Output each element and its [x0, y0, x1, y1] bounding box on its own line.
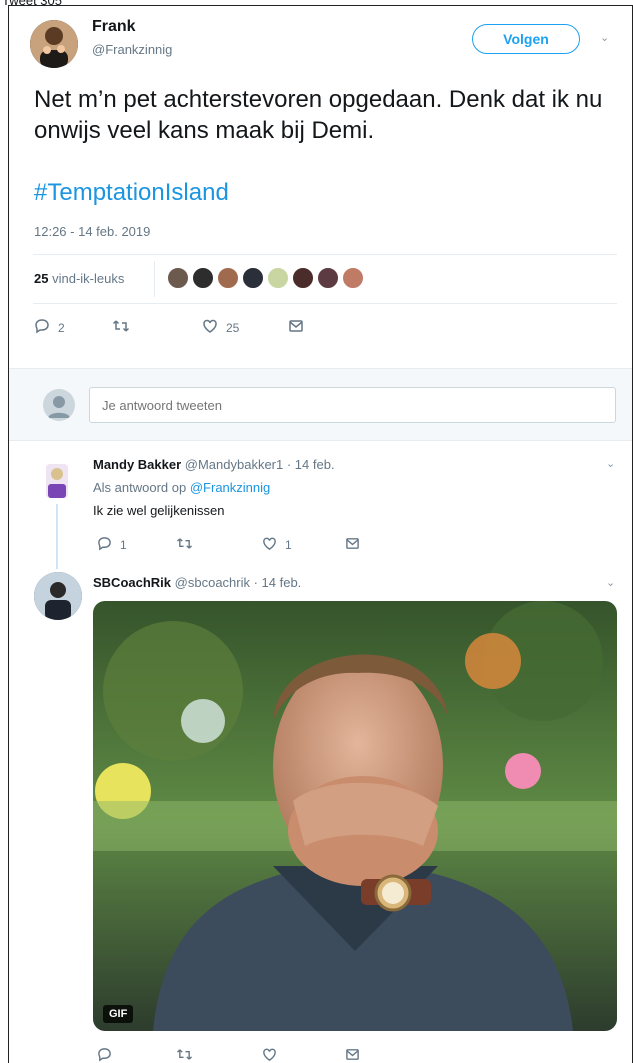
- reply-button[interactable]: 1: [97, 536, 127, 554]
- reply-icon: [97, 1047, 112, 1063]
- message-button[interactable]: [288, 318, 304, 339]
- avatar[interactable]: [317, 267, 339, 289]
- avatar[interactable]: [46, 464, 68, 498]
- avatar[interactable]: [217, 267, 239, 289]
- message-icon: [345, 1047, 360, 1063]
- avatar[interactable]: [242, 267, 264, 289]
- like-button[interactable]: 25: [202, 318, 239, 337]
- retweet-icon: [112, 318, 130, 339]
- reply-context: Als antwoord op @Frankzinnig: [93, 480, 270, 495]
- message-icon: [288, 318, 304, 339]
- chevron-down-icon[interactable]: ⌄: [600, 31, 609, 44]
- reply-author-name: SBCoachRik: [93, 575, 172, 590]
- like-icon: [202, 318, 218, 337]
- avatar[interactable]: [192, 267, 214, 289]
- avatar[interactable]: [292, 267, 314, 289]
- divider: [33, 303, 617, 304]
- gif-badge: GIF: [103, 1005, 134, 1023]
- hashtag-link[interactable]: #TemptationIsland: [34, 179, 229, 207]
- thread-connector: [56, 504, 58, 569]
- reply-icon: [97, 536, 112, 554]
- like-count: 25: [226, 320, 240, 335]
- message-button[interactable]: [345, 536, 360, 556]
- liker-avatars: [167, 267, 364, 289]
- reply-button[interactable]: 2: [34, 318, 65, 337]
- reply-author-meta: @Mandybakker1 · 14 feb.: [184, 457, 335, 472]
- like-icon: [262, 536, 277, 554]
- like-icon: [262, 1047, 277, 1063]
- divider: [33, 254, 617, 255]
- tweet-detail: Frank @Frankzinnig Volgen ⌄ Net m’n pet …: [8, 5, 633, 1063]
- retweet-button[interactable]: [176, 1047, 193, 1063]
- reply-button[interactable]: [97, 1047, 112, 1063]
- reply-author[interactable]: SBCoachRik @sbcoachrik · 14 feb.: [93, 575, 301, 590]
- chevron-down-icon[interactable]: ⌄: [606, 457, 615, 470]
- retweet-icon: [176, 536, 193, 556]
- avatar[interactable]: [167, 267, 189, 289]
- reply-composer: [9, 368, 632, 441]
- avatar[interactable]: [30, 20, 78, 68]
- retweet-button[interactable]: [112, 318, 130, 339]
- likes-label: vind-ik-leuks: [52, 271, 125, 286]
- like-button[interactable]: [262, 1047, 277, 1063]
- reply-context-link[interactable]: @Frankzinnig: [190, 480, 270, 495]
- message-icon: [345, 536, 360, 556]
- avatar[interactable]: [267, 267, 289, 289]
- author-name[interactable]: Frank: [92, 18, 136, 36]
- tweet-timestamp[interactable]: 12:26 - 14 feb. 2019: [34, 224, 150, 239]
- main-tweet: Frank @Frankzinnig Volgen ⌄ Net m’n pet …: [9, 6, 632, 368]
- gif-image: [93, 601, 617, 1031]
- likes-count: 25: [34, 271, 49, 286]
- reply-icon: [34, 318, 50, 337]
- gif-media[interactable]: GIF: [93, 601, 617, 1031]
- likes-summary[interactable]: 25 vind-ik-leuks: [34, 271, 124, 286]
- retweet-icon: [176, 1047, 193, 1063]
- message-button[interactable]: [345, 1047, 360, 1063]
- retweet-button[interactable]: [176, 536, 193, 556]
- reply-author-name: Mandy Bakker: [93, 457, 182, 472]
- like-button[interactable]: 1: [262, 536, 292, 554]
- reply-count: 1: [120, 538, 127, 552]
- reply-input[interactable]: [89, 387, 616, 423]
- reply-author-meta: @sbcoachrik · 14 feb.: [174, 575, 302, 590]
- author-handle[interactable]: @Frankzinnig: [92, 42, 172, 57]
- avatar[interactable]: [34, 572, 82, 620]
- like-count: 1: [285, 538, 292, 552]
- chevron-down-icon[interactable]: ⌄: [606, 576, 615, 589]
- follow-button[interactable]: Volgen: [472, 24, 580, 54]
- tweet-text: Net m’n pet achterstevoren opgedaan. Den…: [34, 86, 603, 144]
- reply-count: 2: [58, 320, 65, 335]
- avatar-icon: [43, 389, 75, 421]
- avatar[interactable]: [342, 267, 364, 289]
- reply-text: Ik zie wel gelijkenissen: [93, 503, 225, 518]
- divider: [154, 261, 155, 297]
- reply-context-prefix: Als antwoord op: [93, 480, 187, 495]
- reply-author[interactable]: Mandy Bakker @Mandybakker1 · 14 feb.: [93, 457, 335, 472]
